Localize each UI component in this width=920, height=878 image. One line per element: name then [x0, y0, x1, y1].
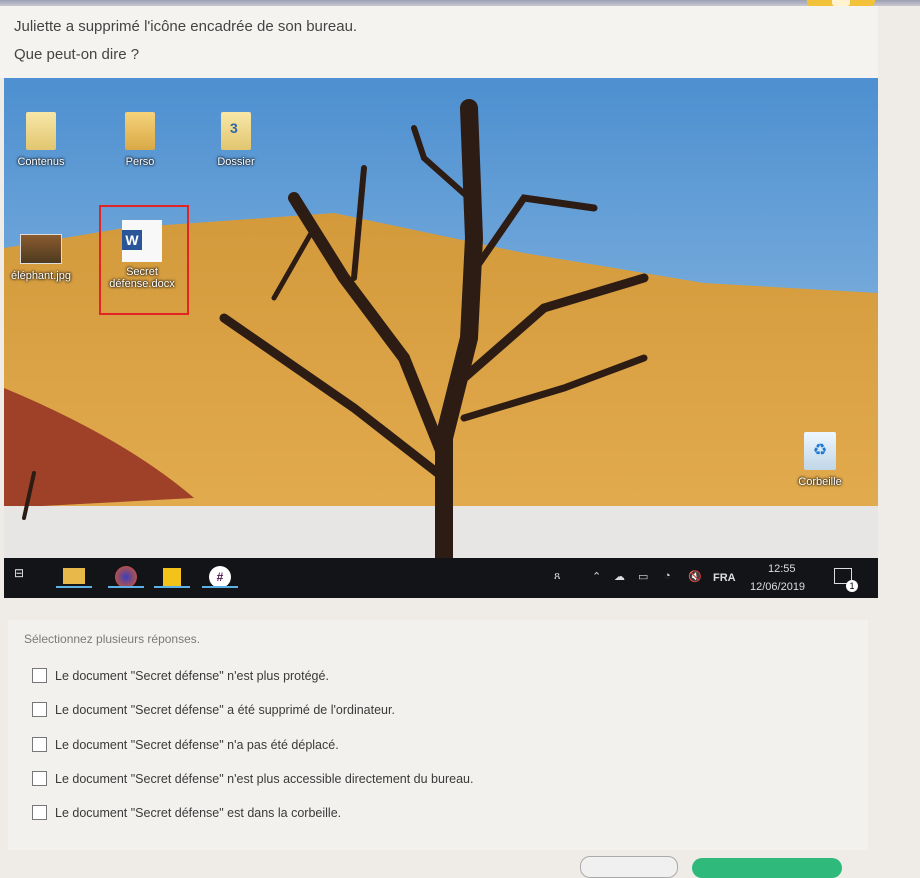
desktop-icon-elephant[interactable]: éléphant.jpg	[4, 234, 81, 282]
instruction-text: Sélectionnez plusieurs réponses.	[24, 632, 201, 646]
sticky-notes-icon[interactable]	[154, 566, 190, 590]
clock-date[interactable]: 12/06/2019	[750, 581, 805, 593]
answer-option-2[interactable]: Le document "Secret défense" a été suppr…	[32, 702, 395, 717]
desktop-screenshot: Contenus Perso Dossier éléphant.jpg W Se…	[4, 78, 878, 598]
cloud-icon[interactable]: ☁	[614, 570, 625, 583]
answer-option-4[interactable]: Le document "Secret défense" n'est plus …	[32, 771, 473, 786]
answer-option-5[interactable]: Le document "Secret défense" est dans la…	[32, 805, 341, 820]
recycle-bin-icon: ♻	[804, 432, 836, 470]
folder-icon	[26, 112, 56, 150]
language-indicator[interactable]: FRA	[713, 572, 736, 584]
checkbox[interactable]	[32, 771, 47, 786]
question-prompt: Que peut-on dire ?	[14, 46, 140, 63]
secondary-button[interactable]	[580, 856, 678, 878]
task-view-icon[interactable]: ⊟	[14, 566, 24, 590]
answer-option-3[interactable]: Le document "Secret défense" n'a pas été…	[32, 737, 339, 752]
checkbox[interactable]	[32, 668, 47, 683]
people-icon[interactable]: ጸ	[554, 570, 560, 583]
taskbar: ⊟ # ጸ ⌃ ☁ ▭ ◔ 🔇 FRA 12:55 12/06/2019 1	[4, 558, 878, 598]
desktop-icon-corbeille[interactable]: ♻ Corbeille	[780, 432, 860, 488]
answer-option-1[interactable]: Le document "Secret défense" n'est plus …	[32, 668, 329, 683]
slack-icon[interactable]: #	[202, 566, 238, 590]
answers-panel: Sélectionnez plusieurs réponses. Le docu…	[8, 620, 868, 850]
desktop-icon-dossier[interactable]: Dossier	[196, 112, 276, 168]
chevron-up-icon[interactable]: ⌃	[592, 570, 601, 583]
desktop-icon-contenus[interactable]: Contenus	[4, 112, 81, 168]
volume-muted-icon[interactable]: 🔇	[688, 570, 702, 583]
highlight-frame	[99, 205, 189, 315]
firefox-icon[interactable]	[108, 566, 144, 590]
primary-button[interactable]	[692, 858, 842, 878]
image-file-icon	[20, 234, 62, 264]
checkbox[interactable]	[32, 737, 47, 752]
folder-icon	[221, 112, 251, 150]
wifi-icon[interactable]: ◔	[664, 570, 671, 582]
battery-icon[interactable]: ▭	[638, 570, 648, 583]
desktop-icon-perso[interactable]: Perso	[100, 112, 180, 168]
file-explorer-icon[interactable]	[56, 566, 92, 590]
checkbox[interactable]	[32, 702, 47, 717]
folder-icon	[125, 112, 155, 150]
notification-icon[interactable]: 1	[834, 568, 858, 592]
clock-time[interactable]: 12:55	[768, 563, 796, 575]
checkbox[interactable]	[32, 805, 47, 820]
question-panel: Juliette a supprimé l'icône encadrée de …	[0, 6, 878, 78]
question-text: Juliette a supprimé l'icône encadrée de …	[14, 18, 358, 35]
